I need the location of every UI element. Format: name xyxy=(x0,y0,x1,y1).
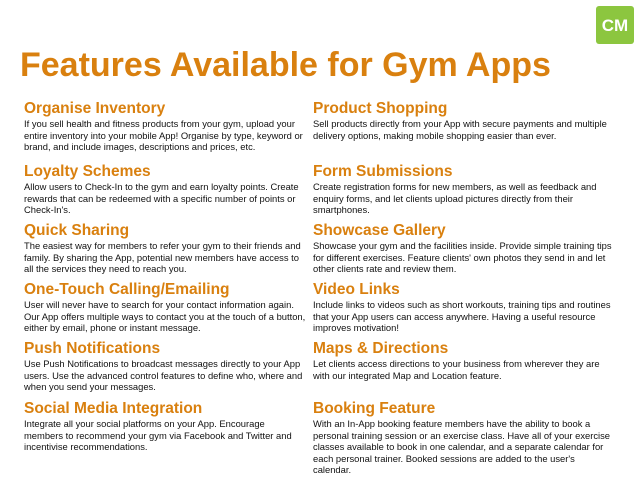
feature-description: Let clients access directions to your bu… xyxy=(313,358,600,381)
feature-social-media-integration: Social Media Integration Integrate all y… xyxy=(24,400,306,453)
feature-description: Integrate all your social platforms on y… xyxy=(24,418,292,452)
feature-maps-directions: Maps & Directions Let clients access dir… xyxy=(313,340,615,381)
feature-heading: Product Shopping xyxy=(313,100,448,117)
feature-quick-sharing: Quick Sharing The easiest way for member… xyxy=(24,222,306,275)
feature-showcase-gallery: Showcase Gallery Showcase your gym and t… xyxy=(313,222,615,275)
feature-description: Showcase your gym and the facilities ins… xyxy=(313,240,612,274)
feature-heading: Booking Feature xyxy=(313,400,436,417)
feature-push-notifications: Push Notifications Use Push Notification… xyxy=(24,340,306,393)
feature-heading: Showcase Gallery xyxy=(313,222,446,239)
feature-product-shopping: Product Shopping Sell products directly … xyxy=(313,100,615,141)
feature-description: The easiest way for members to refer you… xyxy=(24,240,301,274)
cm-logo-mark: CM xyxy=(602,16,628,35)
feature-one-touch-calling: One-Touch Calling/Emailing User will nev… xyxy=(24,281,306,334)
feature-description: Include links to videos such as short wo… xyxy=(313,299,611,333)
feature-loyalty-schemes: Loyalty Schemes Allow users to Check-In … xyxy=(24,163,306,216)
logo-text: CM xyxy=(602,16,628,35)
feature-form-submissions: Form Submissions Create registration for… xyxy=(313,163,615,216)
feature-heading: Form Submissions xyxy=(313,163,453,180)
feature-description: Allow users to Check-In to the gym and e… xyxy=(24,181,299,215)
feature-heading: Quick Sharing xyxy=(24,222,130,239)
feature-description: Use Push Notifications to broadcast mess… xyxy=(24,358,303,392)
feature-heading: Maps & Directions xyxy=(313,340,449,357)
feature-description: Create registration forms for new member… xyxy=(313,181,597,215)
feature-heading: Organise Inventory xyxy=(24,100,166,117)
feature-description: Sell products directly from your App wit… xyxy=(313,118,607,141)
feature-heading: Video Links xyxy=(313,281,400,298)
feature-heading: Social Media Integration xyxy=(24,400,203,417)
feature-heading: Loyalty Schemes xyxy=(24,163,151,180)
cm-logo-icon: CM xyxy=(596,6,634,44)
feature-video-links: Video Links Include links to videos such… xyxy=(313,281,615,334)
feature-description: With an In-App booking feature members h… xyxy=(313,418,611,475)
page-title: Features Available for Gym Apps xyxy=(20,45,551,84)
feature-description: User will never have to search for your … xyxy=(24,299,306,333)
feature-booking-feature: Booking Feature With an In-App booking f… xyxy=(313,400,615,476)
feature-description: If you sell health and fitness products … xyxy=(24,118,303,152)
feature-heading: One-Touch Calling/Emailing xyxy=(24,281,230,298)
feature-heading: Push Notifications xyxy=(24,340,161,357)
feature-organise-inventory: Organise Inventory If you sell health an… xyxy=(24,100,306,153)
